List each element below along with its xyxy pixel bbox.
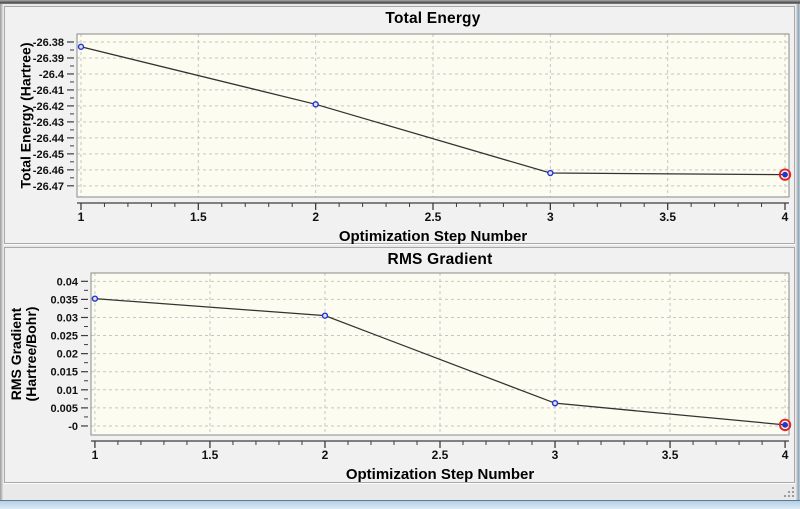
total-energy-plot[interactable]: -26.38 -26.39 -26.4 -26.41 -26.42 -26.43 -26.4… [5,7,794,243]
tick-label: 3.5 [659,210,676,224]
tick-label: 2.5 [425,210,442,224]
selected-data-point[interactable] [782,421,788,428]
tick-label: 2 [322,448,329,462]
tick-label: 3 [552,448,559,462]
selected-data-point[interactable] [782,171,788,178]
tick-label: 0.015 [50,367,78,379]
data-point[interactable] [77,43,85,50]
tick-label: 0.005 [50,403,78,415]
tick-label: -26.43 [33,117,64,129]
resize-grip-icon[interactable] [782,485,795,498]
data-point[interactable] [547,169,554,177]
tick-label: -26.47 [33,181,64,193]
data-point[interactable] [91,295,99,302]
data-point[interactable] [551,399,559,407]
tick-label: -26.4 [39,69,65,81]
tick-label: 2.5 [432,448,449,462]
tick-label: -0 [68,421,78,433]
rms-gradient-plot[interactable]: 0.04 0.035 0.03 0.025 0.02 0.015 0.01 0.005 -0 1 1… [5,248,794,482]
tick-label: 1.5 [202,448,219,462]
tick-label: 0.04 [57,276,79,288]
tick-label: 2 [312,210,319,224]
tick-label: 1 [92,448,99,462]
data-point[interactable] [312,101,319,108]
tick-label: 0.03 [57,312,78,324]
tick-label: 0.035 [50,294,78,306]
tick-label: 1 [78,210,85,224]
total-energy-chart-panel: Total Energy Total Energy (Hartree) -26.… [4,6,795,245]
data-point[interactable] [321,312,329,319]
window-right-border [796,4,800,500]
tick-label: -26.46 [33,165,64,177]
tick-label: -26.41 [33,85,64,97]
tick-label: 0.01 [57,385,78,397]
tick-label: 1.5 [190,210,207,224]
tick-label: -26.42 [33,101,64,113]
x-axis-label-bottom: Optimization Step Number [345,466,535,483]
tick-label: 4 [782,448,789,462]
x-axis-label-top: Optimization Step Number [338,228,528,245]
tick-label: -26.44 [33,133,65,145]
rms-gradient-chart-panel: RMS Gradient RMS Gradient (Hartree/Bohr)… [4,247,795,483]
window-left-border [0,4,3,500]
tick-label: -26.45 [33,149,64,161]
tick-label: -26.38 [33,37,64,49]
window-top-border [0,0,800,4]
tick-label: -26.39 [33,53,64,65]
window-bottom-border [0,500,800,509]
tick-label: 4 [782,210,789,224]
tick-label: 0.025 [50,331,78,343]
tick-label: 3 [547,210,554,224]
tick-label: 3.5 [662,448,679,462]
tick-label: 0.02 [57,349,78,361]
